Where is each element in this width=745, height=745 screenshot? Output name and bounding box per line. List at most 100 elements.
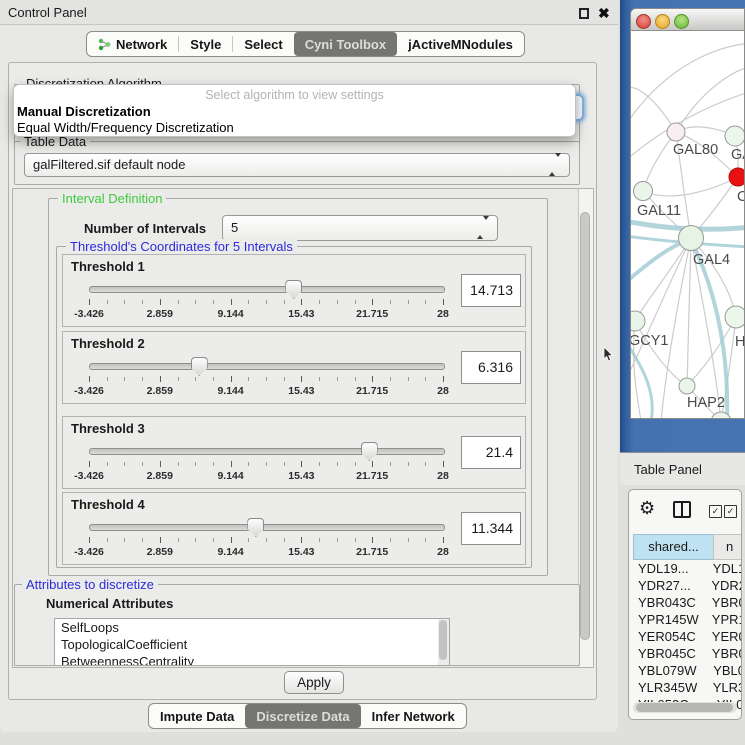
network-node[interactable]	[725, 126, 745, 146]
tick-mark	[443, 299, 444, 305]
tick-label: 28	[437, 308, 449, 320]
slider-thumb[interactable]	[285, 280, 302, 299]
interval-definition-title: Interval Definition	[58, 191, 166, 206]
control-panel-titlebar[interactable]: Control Panel ✖	[0, 0, 618, 25]
tick-label: 21.715	[356, 308, 388, 320]
slider-thumb[interactable]	[361, 442, 378, 461]
tab-label: Style	[190, 37, 221, 52]
table-cell: YBR045C	[633, 645, 708, 662]
column-header-shared-name[interactable]: shared...	[633, 534, 714, 560]
number-of-intervals-spinner[interactable]: 5	[222, 215, 498, 241]
slider-track[interactable]	[89, 363, 445, 370]
horizontal-scrollbar[interactable]	[633, 702, 737, 713]
network-node-gal4[interactable]	[679, 226, 704, 251]
threshold-1-value-field[interactable]: 14.713	[461, 274, 521, 307]
slider-track[interactable]	[89, 448, 445, 455]
numerical-attributes-label: Numerical Attributes	[46, 596, 173, 611]
network-node-gcy1[interactable]	[631, 311, 645, 331]
table-cell: YER054C	[633, 628, 708, 645]
network-node-hap2[interactable]	[679, 378, 695, 394]
tab-infer-network[interactable]: Infer Network	[361, 704, 466, 728]
table-row[interactable]: YBL079WYBL0	[633, 662, 742, 679]
table-panel-titlebar[interactable]: Table Panel	[620, 452, 745, 485]
checkbox-icon[interactable]: ✓	[709, 505, 722, 518]
table-row[interactable]: YDR27...YDR2	[633, 577, 742, 594]
tick-mark	[372, 461, 373, 467]
table-row[interactable]: YDL19...YDL1	[633, 560, 742, 577]
table-row[interactable]: YLR345WYLR3	[633, 679, 742, 696]
network-node-gal11[interactable]	[634, 182, 653, 201]
column-header-name[interactable]: n	[713, 534, 742, 560]
tab-cyni-toolbox[interactable]: Cyni Toolbox	[294, 32, 397, 56]
tick-mark	[195, 300, 196, 304]
zoom-traffic-light-icon[interactable]	[674, 14, 689, 29]
network-window-titlebar[interactable]	[631, 9, 745, 31]
tick-label: 28	[437, 546, 449, 558]
columns-icon[interactable]	[673, 501, 691, 518]
tab-style[interactable]: Style	[179, 32, 232, 56]
attribute-list-item[interactable]: TopologicalCoefficient	[55, 636, 449, 653]
network-node-gal80[interactable]	[667, 123, 685, 141]
tick-mark	[107, 538, 108, 542]
popup-option-equal-width-frequency[interactable]: Equal Width/Frequency Discretization	[17, 120, 234, 135]
threshold-1-slider[interactable]: -3.4262.8599.14415.4321.71528	[81, 277, 451, 325]
tick-mark	[89, 376, 90, 382]
tick-label: -3.426	[74, 308, 104, 320]
gear-icon[interactable]: ⚙	[639, 498, 655, 518]
network-canvas[interactable]: GAL80 GA C GAL11 GAL4 GCY1 H HAP2	[631, 31, 745, 419]
table-row[interactable]: YBR043CYBR0	[633, 594, 742, 611]
threshold-2-value-field[interactable]: 6.316	[461, 351, 521, 384]
tick-mark	[319, 538, 320, 542]
network-node[interactable]	[725, 306, 745, 328]
table-cell: YPR145W	[633, 611, 708, 628]
tick-mark	[301, 461, 302, 467]
top-tabbar: Network Style Select Cyni Toolbox jActiv…	[86, 31, 525, 57]
threshold-3-slider[interactable]: -3.4262.8599.14415.4321.71528	[81, 439, 451, 487]
tab-discretize-data[interactable]: Discretize Data	[245, 704, 360, 728]
attributes-scrollbar-thumb[interactable]	[439, 620, 447, 660]
attribute-list-item[interactable]: SelfLoops	[55, 619, 449, 636]
slider-track[interactable]	[89, 524, 445, 531]
table-row[interactable]: YER054CYER0	[633, 628, 742, 645]
float-window-icon[interactable]	[579, 8, 589, 19]
tick-mark	[408, 538, 409, 542]
threshold-4-value-field[interactable]: 11.344	[461, 512, 521, 545]
apply-button[interactable]: Apply	[284, 671, 344, 694]
tick-label: 2.859	[147, 546, 173, 558]
slider-thumb[interactable]	[191, 357, 208, 376]
tick-mark	[390, 377, 391, 381]
tab-select[interactable]: Select	[233, 32, 293, 56]
tick-mark	[89, 299, 90, 305]
slider-thumb[interactable]	[247, 518, 264, 537]
threshold-4-slider[interactable]: -3.4262.8599.14415.4321.71528	[81, 515, 451, 563]
network-node-selected-red[interactable]	[729, 168, 745, 186]
table-row[interactable]: YBR045CYBR0	[633, 645, 742, 662]
tick-mark	[142, 377, 143, 381]
tick-mark	[443, 461, 444, 467]
tab-jactivemnodules[interactable]: jActiveMNodules	[397, 32, 524, 56]
vertical-scrollbar-thumb[interactable]	[580, 212, 590, 640]
table-row[interactable]: YPR145WYPR1	[633, 611, 742, 628]
close-icon[interactable]: ✖	[598, 3, 610, 23]
table-data-select[interactable]: galFiltered.sif default node	[24, 153, 570, 177]
horizontal-scrollbar-thumb[interactable]	[636, 703, 733, 712]
numerical-attributes-list[interactable]: SelfLoopsTopologicalCoefficientBetweenne…	[54, 618, 450, 666]
popup-option-manual-discretization[interactable]: Manual Discretization	[17, 104, 151, 119]
slider-track[interactable]	[89, 286, 445, 293]
tick-mark	[160, 376, 161, 382]
tab-network[interactable]: Network	[87, 32, 178, 56]
minimize-traffic-light-icon[interactable]	[655, 14, 670, 29]
checkbox-icon[interactable]: ✓	[724, 505, 737, 518]
threshold-3-value-field[interactable]: 21.4	[461, 436, 521, 469]
table-panel-title: Table Panel	[634, 453, 702, 486]
table-cell: YBL079W	[633, 662, 709, 679]
tick-mark	[248, 300, 249, 304]
table-panel: ⚙ ✓ ✓ shared... n YDL19...YDL1YDR27...YD…	[628, 489, 742, 720]
threshold-2-slider[interactable]: -3.4262.8599.14415.4321.71528	[81, 354, 451, 402]
threshold-1-panel: Threshold 1 -3.4262.8599.14415.4321.7152…	[62, 254, 526, 327]
close-traffic-light-icon[interactable]	[636, 14, 651, 29]
algorithm-popup: Select algorithm to view settings Manual…	[13, 84, 576, 137]
attribute-list-item[interactable]: BetweennessCentrality	[55, 653, 449, 666]
tab-impute-data[interactable]: Impute Data	[149, 704, 245, 728]
network-icon	[98, 38, 111, 51]
